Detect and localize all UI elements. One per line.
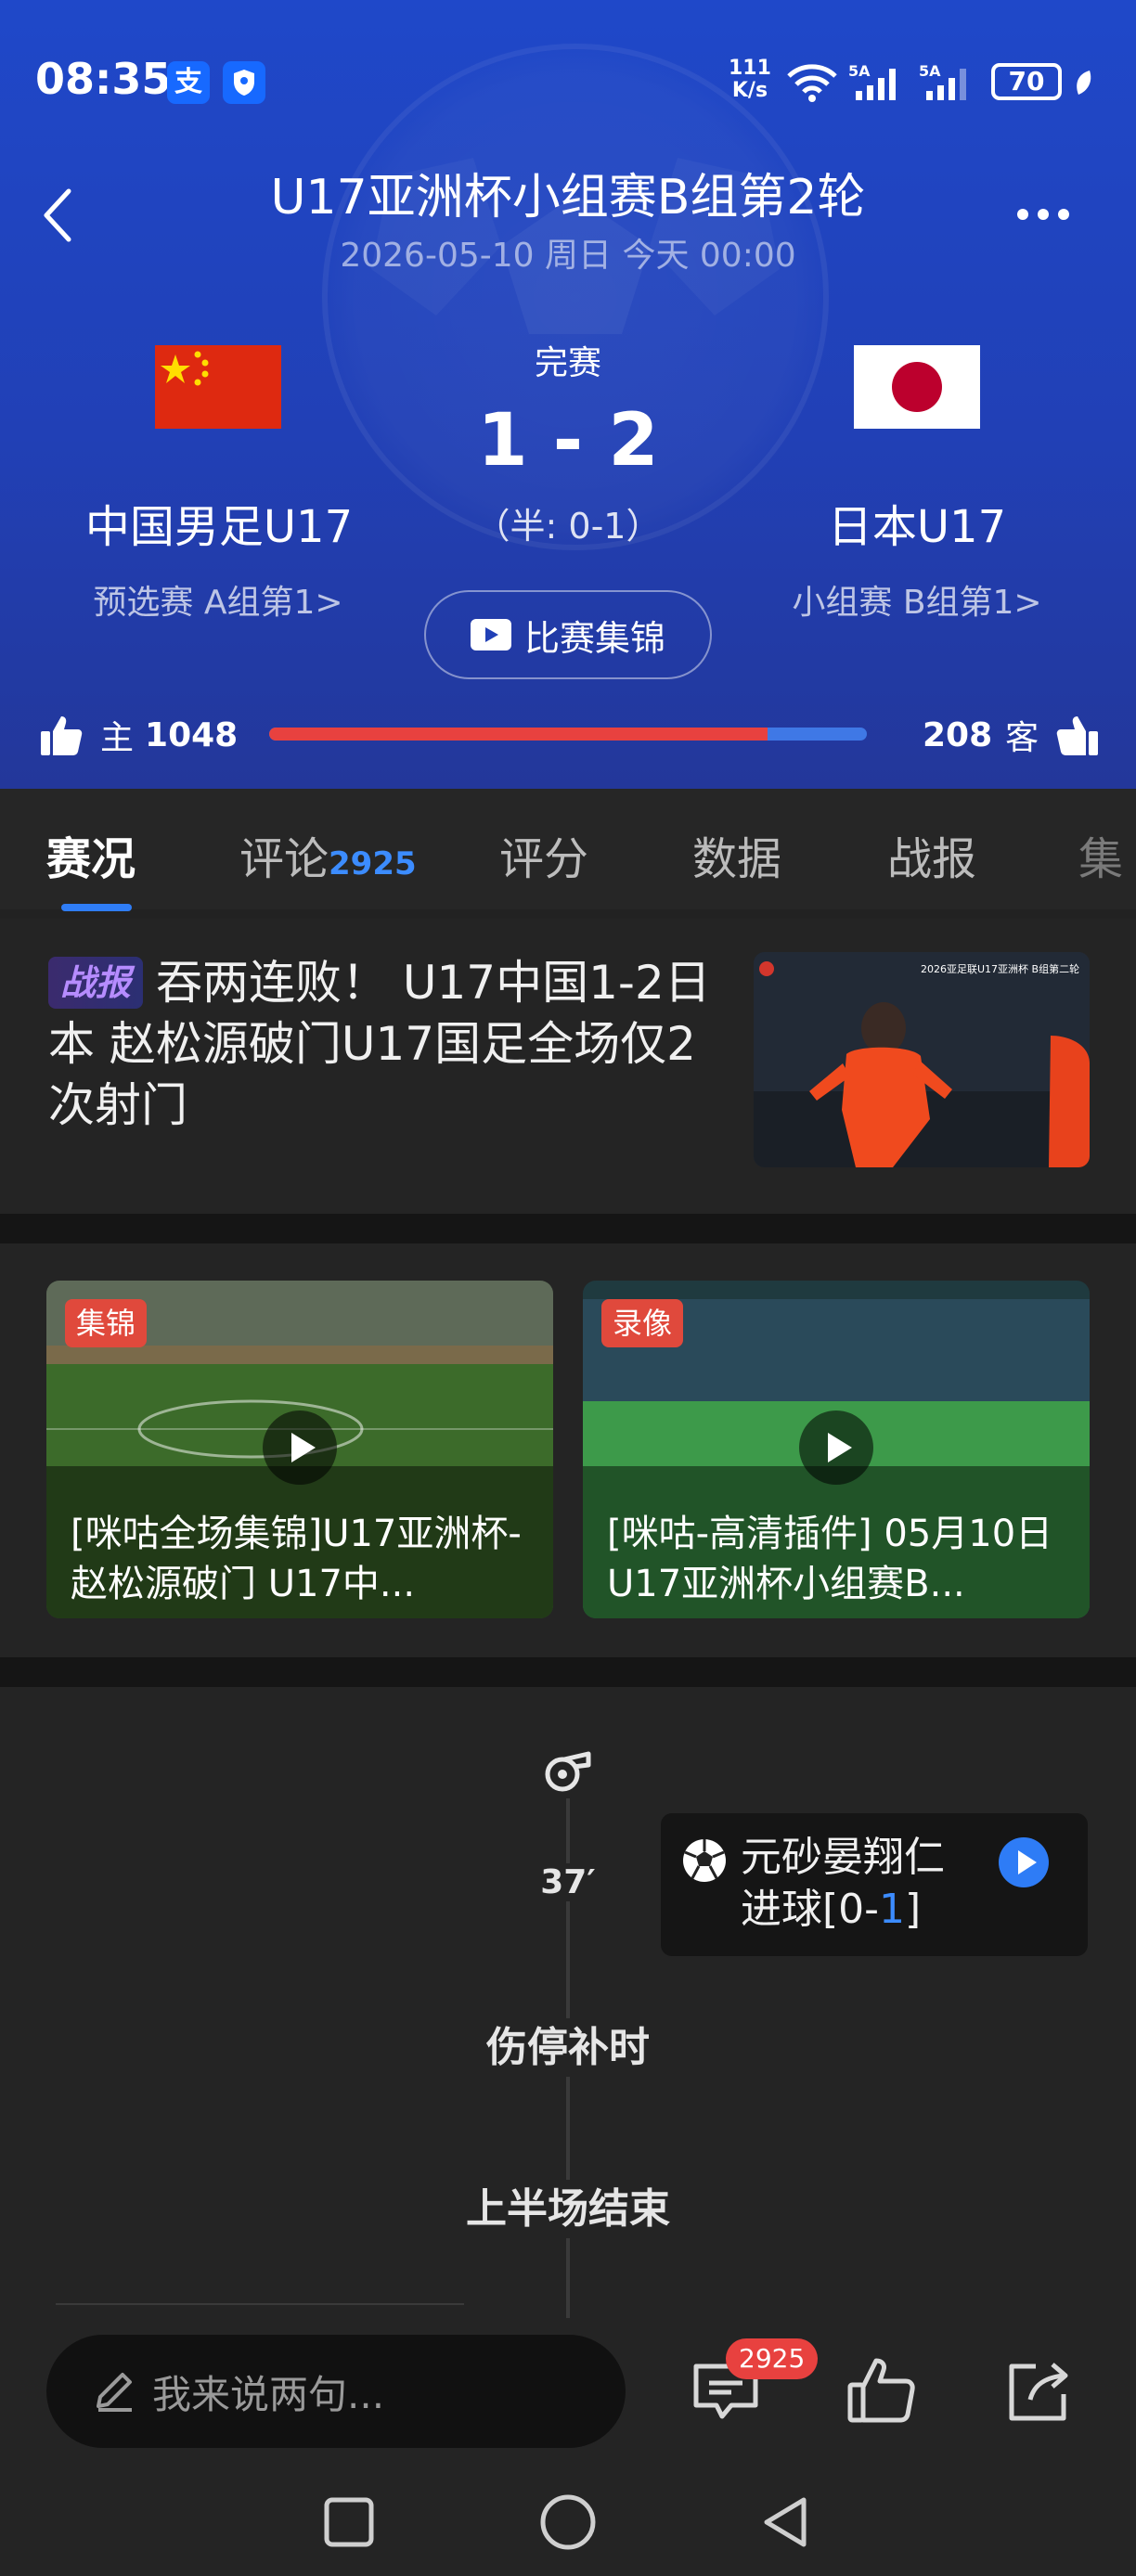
signal-sim1-icon: 5A <box>848 62 896 100</box>
play-icon[interactable] <box>263 1410 337 1485</box>
away-vote-count: 208 <box>923 715 993 754</box>
like-icon[interactable] <box>845 2353 919 2428</box>
goal-away-score: 1 <box>879 1886 906 1933</box>
comment-input[interactable]: 我来说两句... <box>46 2335 626 2448</box>
report-tag: 战报 <box>48 957 143 1009</box>
video-badge: 集锦 <box>65 1299 148 1347</box>
news-headline-text: 吞两连败！ U17中国1-2日本 赵松源破门U17国足全场仅2次射门 <box>48 956 711 1132</box>
alipay-icon: 支 <box>167 61 210 104</box>
match-status: 完赛 <box>534 344 601 382</box>
goal-scorer: 元砂晏翔仁 <box>741 1834 945 1881</box>
tab-stats[interactable]: 数据 <box>692 822 781 887</box>
away-vote[interactable]: 208 客 <box>923 711 1100 759</box>
news-headline[interactable]: 战报 吞两连败！ U17中国1-2日本 赵松源破门U17国足全场仅2次射门 <box>48 952 716 1136</box>
video-camera-icon <box>470 619 511 650</box>
video-title: [咪咕-高清插件] 05月10日 U17亚洲杯小组赛B... <box>607 1513 1053 1605</box>
video-title: [咪咕全场集锦]U17亚洲杯-赵松源破门 U17中... <box>71 1513 522 1605</box>
tab-match-live[interactable]: 赛况 <box>46 822 136 887</box>
football-icon <box>683 1839 726 1882</box>
leaf-icon <box>1077 71 1091 95</box>
home-vote-fill <box>269 728 768 741</box>
away-vote-label: 客 <box>1005 719 1039 757</box>
video-badge: 录像 <box>601 1299 684 1347</box>
vote-ratio-bar <box>269 728 867 741</box>
battery-indicator: 70 <box>991 63 1062 100</box>
match-title: U17亚洲杯小组赛B组第2轮 <box>270 170 866 225</box>
goal-event-card[interactable]: 元砂晏翔仁 进球[0-1] <box>661 1813 1088 1956</box>
news-photo: 2026亚足联U17亚洲杯 B组第二轮 <box>754 952 1090 1167</box>
first-half-end-label: 上半场结束 <box>0 2175 1136 2238</box>
home-team-group-link[interactable]: 预选赛 A组第1> <box>42 575 394 624</box>
comment-count-badge: 2925 <box>726 2338 819 2379</box>
shield-app-icon <box>223 61 265 104</box>
video-section: 集锦 [咪咕全场集锦]U17亚洲杯-赵松源破门 U17中... 录像 [咪咕-高… <box>0 1243 1136 1657</box>
scroll-hint-line <box>56 2303 464 2305</box>
final-score: 1 - 2 <box>477 399 659 483</box>
goal-event-text: 元砂晏翔仁 进球[0-1] <box>741 1832 945 1936</box>
status-time: 08:35 <box>35 54 172 104</box>
signal-sim2-icon: 5A <box>919 62 966 100</box>
tab-report[interactable]: 战报 <box>887 822 976 887</box>
wifi-icon <box>787 64 837 102</box>
event-minute: 37′ <box>538 1863 598 1901</box>
svg-text:5A: 5A <box>919 62 941 80</box>
net-speed-unit: K/s <box>731 79 768 102</box>
tab-highlights-partial[interactable]: 集 <box>1078 822 1123 887</box>
home-vote-label: 主 <box>100 719 135 757</box>
home-vote-count: 1048 <box>145 715 239 754</box>
match-timeline: 37′ 元砂晏翔仁 进球[0-1] 伤停补时 上半场结束 <box>0 1687 1136 2318</box>
stoppage-time-label: 伤停补时 <box>0 2014 1136 2077</box>
thumbs-up-icon <box>41 716 83 755</box>
news-thumbnail[interactable]: 2026亚足联U17亚洲杯 B组第二轮 <box>754 952 1090 1167</box>
match-header: 08:35 支 111 K/s 5A 5A 70 U17亚洲杯小组赛B组第2轮 … <box>0 0 1136 789</box>
section-divider <box>0 1214 1136 1243</box>
whistle-icon <box>545 1751 591 1792</box>
video-card[interactable]: 录像 [咪咕-高清插件] 05月10日 U17亚洲杯小组赛B... <box>583 1281 1090 1618</box>
goal-description: 进球[0- <box>741 1886 880 1933</box>
section-divider <box>0 1657 1136 1687</box>
news-item[interactable]: 战报 吞两连败！ U17中国1-2日本 赵松源破门U17国足全场仅2次射门 202… <box>0 919 1136 1214</box>
video-card[interactable]: 集锦 [咪咕全场集锦]U17亚洲杯-赵松源破门 U17中... <box>46 1281 553 1618</box>
active-tab-indicator <box>61 904 132 911</box>
thumbs-up-icon <box>1056 716 1099 755</box>
match-datetime: 2026-05-10 周日 今天 00:00 <box>340 237 796 275</box>
tab-ratings[interactable]: 评分 <box>499 822 588 887</box>
back-nav-button[interactable] <box>757 2494 813 2550</box>
recent-apps-button[interactable] <box>321 2494 377 2550</box>
network-speed: 111 K/s <box>729 58 771 102</box>
away-team-group-link[interactable]: 小组赛 B组第1> <box>741 575 1093 624</box>
svg-text:5A: 5A <box>848 62 871 80</box>
tab-comments[interactable]: 评论2925 <box>239 822 417 887</box>
highlights-button-label: 比赛集锦 <box>523 617 665 659</box>
home-button[interactable] <box>538 2494 598 2554</box>
status-bar: 08:35 支 111 K/s 5A 5A 70 <box>0 0 1136 167</box>
comment-placeholder: 我来说两句... <box>152 2371 385 2417</box>
goal-bracket: ] <box>905 1886 922 1933</box>
half-time-score: （半: 0-1） <box>474 506 662 547</box>
news-thumbnail-caption: 2026亚足联U17亚洲杯 B组第二轮 <box>921 962 1079 975</box>
play-icon[interactable] <box>799 1410 873 1485</box>
net-speed-value: 111 <box>729 57 771 80</box>
tab-bar: 赛况 评论2925 评分 数据 战报 集 <box>0 789 1136 911</box>
highlights-button[interactable]: 比赛集锦 <box>424 590 712 679</box>
play-icon[interactable] <box>999 1837 1049 1887</box>
bottom-action-bar: 我来说两句... 2925 <box>0 2318 1136 2576</box>
comments-count: 2925 <box>329 845 417 882</box>
share-icon[interactable] <box>1002 2353 1077 2428</box>
home-vote[interactable]: 主 1048 <box>39 711 238 759</box>
pencil-icon <box>97 2373 132 2412</box>
